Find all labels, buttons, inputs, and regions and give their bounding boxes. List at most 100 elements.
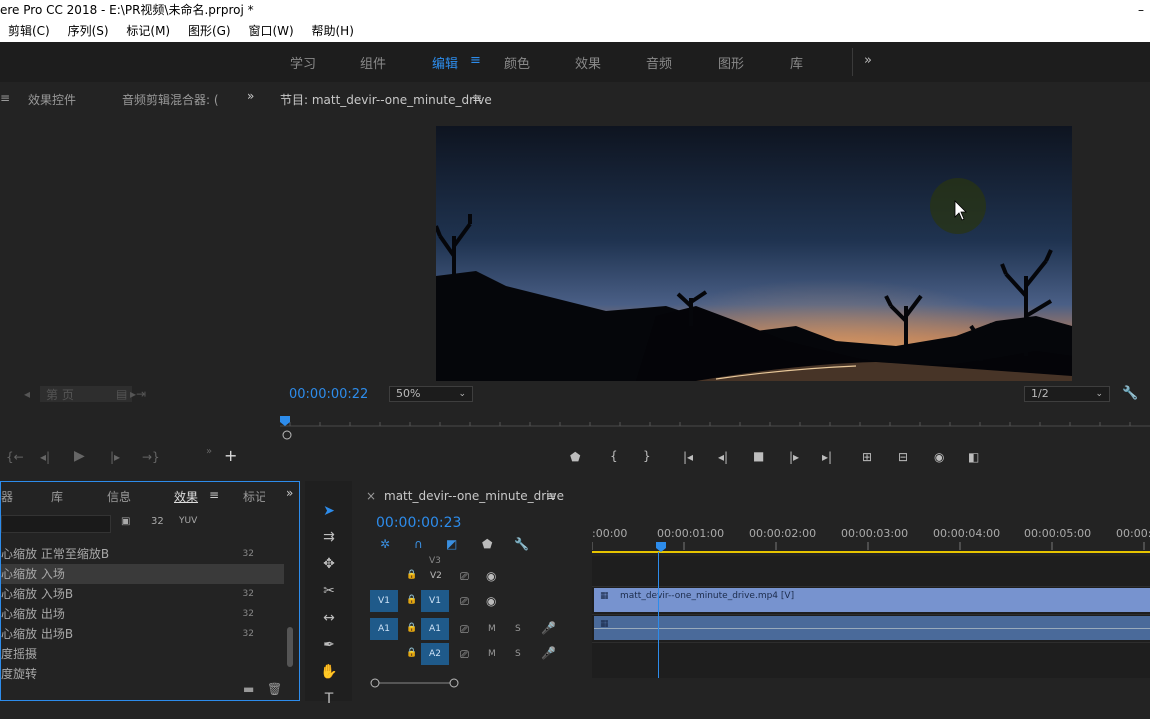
overflow-icon[interactable]: » bbox=[206, 446, 212, 457]
step-back-icon[interactable]: ◂| bbox=[40, 450, 50, 464]
workspace-audio[interactable]: 音频 bbox=[646, 53, 672, 72]
tab-audio-clip-mixer[interactable]: 音频剪辑混合器: ( bbox=[122, 91, 219, 108]
accelerated-effects-icon[interactable]: ▣ bbox=[121, 516, 130, 527]
eye-icon[interactable]: ◉ bbox=[486, 594, 496, 608]
microphone-icon[interactable]: 🎤 bbox=[541, 621, 556, 635]
settings-wrench-icon[interactable]: 🔧 bbox=[1122, 386, 1138, 401]
mute-button[interactable]: M bbox=[488, 624, 496, 634]
list-item[interactable]: 心缩放 出场 32 bbox=[1, 604, 284, 624]
goto-out-icon[interactable]: ▸| bbox=[822, 450, 832, 464]
pen-tool-icon[interactable]: ✒ bbox=[318, 634, 340, 656]
menu-sequence[interactable]: 序列(S) bbox=[68, 24, 109, 38]
new-bin-icon[interactable]: ▬ bbox=[243, 682, 254, 696]
workspace-editing[interactable]: 编辑 bbox=[432, 53, 458, 72]
selection-tool-icon[interactable]: ➤ bbox=[318, 500, 340, 522]
solo-button[interactable]: S bbox=[515, 649, 521, 659]
eye-icon[interactable]: ◉ bbox=[486, 569, 496, 583]
tab-markers[interactable]: 标记 bbox=[243, 488, 265, 505]
add-marker-icon[interactable]: ⬟ bbox=[570, 450, 580, 464]
add-button-icon[interactable]: + bbox=[224, 446, 237, 465]
solo-button[interactable]: S bbox=[515, 624, 521, 634]
track-target-a1[interactable]: A1 bbox=[421, 618, 449, 640]
tab-effects[interactable]: 效果 bbox=[174, 488, 198, 505]
add-marker-icon[interactable]: ⬟ bbox=[482, 537, 492, 551]
32bit-effects-icon[interactable]: 32 bbox=[151, 516, 164, 527]
tab-libraries[interactable]: 库 bbox=[51, 488, 63, 505]
mark-in-icon[interactable]: { bbox=[610, 449, 618, 463]
step-forward-icon[interactable]: |▸ bbox=[110, 450, 120, 464]
sync-lock-icon[interactable]: ⎚ bbox=[460, 570, 469, 584]
lift-icon[interactable]: ⊞ bbox=[862, 450, 872, 464]
timeline-title[interactable]: matt_devir--one_minute_drive bbox=[384, 489, 564, 503]
lock-icon[interactable]: 🔒 bbox=[406, 595, 417, 605]
workspace-libraries[interactable]: 库 bbox=[790, 53, 803, 72]
menu-graphics[interactable]: 图形(G) bbox=[188, 24, 231, 38]
list-item[interactable]: 心缩放 正常至缩放B 32 bbox=[1, 544, 284, 564]
page-menu-icon[interactable]: ▤ bbox=[116, 387, 127, 401]
workspace-color[interactable]: 颜色 bbox=[504, 53, 530, 72]
audio-clip[interactable]: ▦ bbox=[594, 616, 1150, 640]
workspace-learn[interactable]: 学习 bbox=[290, 53, 316, 72]
list-item[interactable]: 度摇摄 bbox=[1, 644, 284, 664]
next-page-icon[interactable]: ▸⇥ bbox=[130, 387, 146, 401]
trash-icon[interactable]: 🗑 bbox=[267, 682, 282, 696]
close-icon[interactable]: × bbox=[366, 489, 376, 503]
menu-window[interactable]: 窗口(W) bbox=[248, 24, 293, 38]
slip-tool-icon[interactable]: ↔ bbox=[318, 607, 340, 629]
timeline-ruler[interactable] bbox=[592, 540, 1150, 556]
program-timecode[interactable]: 00:00:00:22 bbox=[289, 387, 368, 402]
razor-tool-icon[interactable]: ✂ bbox=[318, 580, 340, 602]
more-workspaces-icon[interactable]: » bbox=[864, 53, 872, 68]
goto-in-icon[interactable]: |◂ bbox=[683, 450, 693, 464]
resolution-select[interactable]: 1/2 ⌄ bbox=[1024, 386, 1110, 402]
track-target-v1[interactable]: V1 bbox=[421, 590, 449, 612]
tab-effect-controls[interactable]: 效果控件 bbox=[28, 91, 76, 108]
prev-page-icon[interactable]: ◂ bbox=[24, 387, 30, 401]
program-menu-icon[interactable]: ≡ bbox=[472, 91, 482, 105]
export-frame-icon[interactable]: ◉ bbox=[934, 450, 944, 464]
menu-clip[interactable]: 剪辑(C) bbox=[8, 24, 50, 38]
effects-menu-icon[interactable]: ≡ bbox=[209, 488, 219, 502]
type-tool-icon[interactable]: T bbox=[318, 688, 340, 710]
list-item[interactable]: 心缩放 入场B 32 bbox=[1, 584, 284, 604]
source-patch-a1[interactable]: A1 bbox=[370, 618, 398, 640]
play-icon[interactable]: ▶ bbox=[74, 448, 85, 464]
program-video-frame[interactable] bbox=[436, 126, 1072, 381]
sync-lock-icon[interactable]: ⎚ bbox=[460, 595, 469, 609]
snap-icon[interactable]: ∩ bbox=[414, 537, 423, 551]
mark-out-icon[interactable]: } bbox=[643, 449, 651, 463]
timeline-timecode[interactable]: 00:00:00:23 bbox=[376, 515, 461, 531]
timeline-menu-icon[interactable]: ≡ bbox=[546, 489, 556, 503]
sync-lock-icon[interactable]: ⎚ bbox=[460, 623, 469, 637]
panel-menu-icon[interactable]: ≡ bbox=[0, 91, 10, 105]
workspace-effects[interactable]: 效果 bbox=[575, 53, 601, 72]
comparison-view-icon[interactable]: ◧ bbox=[968, 450, 979, 464]
more-panels-icon[interactable]: » bbox=[286, 486, 293, 500]
step-back-icon[interactable]: ◂| bbox=[718, 450, 728, 464]
sync-lock-icon[interactable]: ⎚ bbox=[460, 648, 469, 662]
lock-icon[interactable]: 🔒 bbox=[406, 623, 417, 633]
goto-in-icon[interactable]: {← bbox=[6, 450, 24, 464]
more-panels-icon[interactable]: » bbox=[247, 89, 254, 103]
menu-help[interactable]: 帮助(H) bbox=[312, 24, 354, 38]
nest-sequence-icon[interactable]: ✲ bbox=[380, 537, 390, 551]
stop-icon[interactable]: ■ bbox=[753, 449, 764, 463]
list-item[interactable]: 心缩放 出场B 32 bbox=[1, 624, 284, 644]
ripple-edit-tool-icon[interactable]: ✥ bbox=[318, 553, 340, 575]
menu-marker[interactable]: 标记(M) bbox=[126, 24, 170, 38]
track-target-a2[interactable]: A2 bbox=[421, 643, 449, 665]
yuv-effects-icon[interactable]: YUV bbox=[179, 516, 197, 526]
minimize-button[interactable]: – bbox=[1138, 0, 1144, 20]
step-forward-icon[interactable]: |▸ bbox=[789, 450, 799, 464]
source-patch-v1[interactable]: V1 bbox=[370, 590, 398, 612]
video-clip[interactable]: ▦ matt_devir--one_minute_drive.mp4 [V] bbox=[594, 588, 1150, 612]
playhead-line[interactable] bbox=[658, 552, 659, 678]
workspace-graphics[interactable]: 图形 bbox=[718, 53, 744, 72]
tab-info[interactable]: 信息 bbox=[107, 488, 131, 505]
track-select-tool-icon[interactable]: ⇉ bbox=[318, 526, 340, 548]
mute-button[interactable]: M bbox=[488, 649, 496, 659]
effects-search-input[interactable] bbox=[1, 515, 111, 533]
workspace-menu-icon[interactable]: ≡ bbox=[470, 53, 481, 68]
lock-icon[interactable]: 🔒 bbox=[406, 648, 417, 658]
list-item[interactable]: 度旋转 bbox=[1, 664, 284, 684]
